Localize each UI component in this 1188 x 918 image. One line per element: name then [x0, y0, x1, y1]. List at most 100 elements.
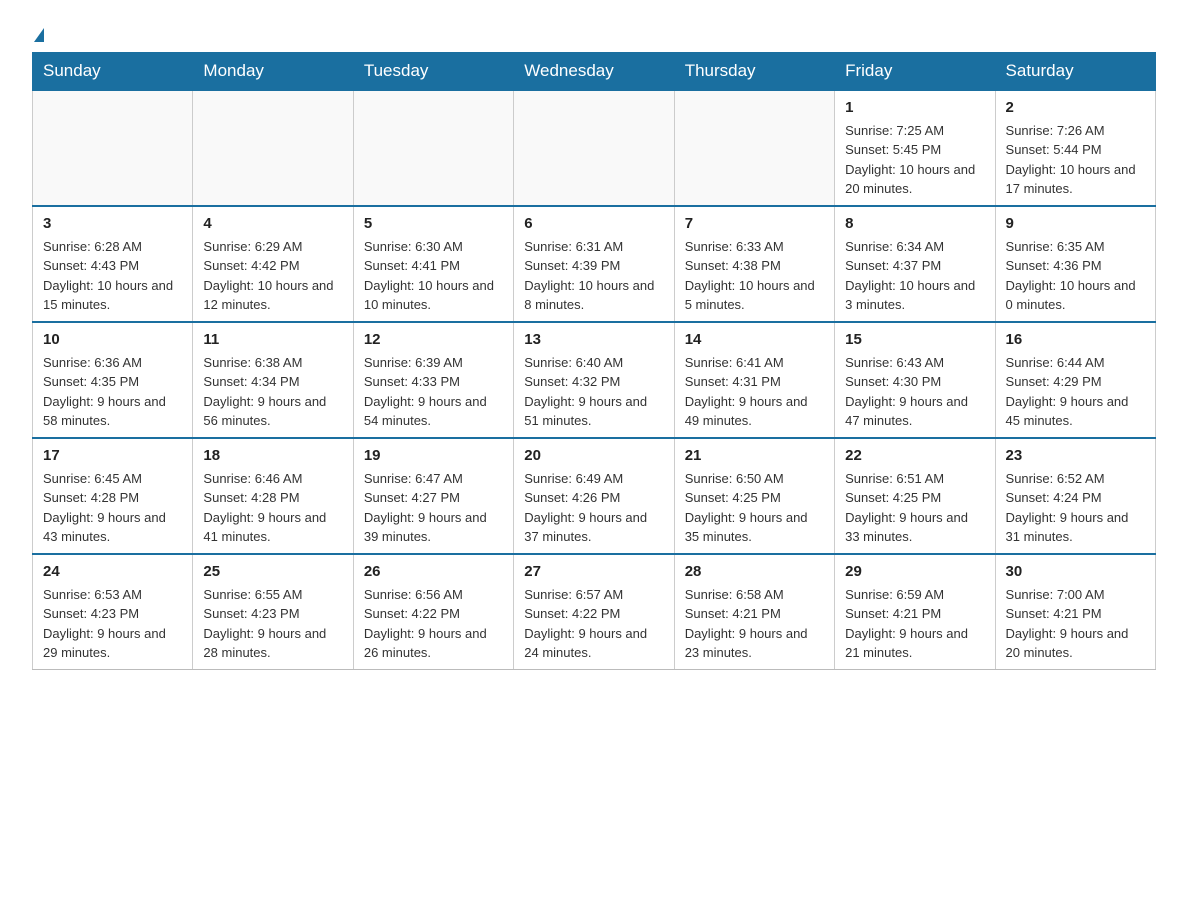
calendar-table: SundayMondayTuesdayWednesdayThursdayFrid… [32, 52, 1156, 670]
day-number: 14 [685, 329, 824, 351]
calendar-day-cell: 30 Sunrise: 7:00 AM Sunset: 4:21 PM Dayli… [995, 554, 1155, 670]
calendar-day-cell: 3 Sunrise: 6:28 AM Sunset: 4:43 PM Daylig… [33, 206, 193, 322]
day-info: Sunrise: 6:31 AM Sunset: 4:39 PM Dayligh… [524, 239, 654, 313]
calendar-day-cell: 5 Sunrise: 6:30 AM Sunset: 4:41 PM Daylig… [353, 206, 513, 322]
calendar-day-cell: 19 Sunrise: 6:47 AM Sunset: 4:27 PM Dayli… [353, 438, 513, 554]
logo-triangle-icon [34, 28, 44, 42]
day-number: 4 [203, 213, 342, 235]
day-info: Sunrise: 6:38 AM Sunset: 4:34 PM Dayligh… [203, 355, 326, 429]
weekday-header-row: SundayMondayTuesdayWednesdayThursdayFrid… [33, 53, 1156, 91]
calendar-day-cell: 2 Sunrise: 7:26 AM Sunset: 5:44 PM Daylig… [995, 90, 1155, 206]
day-info: Sunrise: 6:40 AM Sunset: 4:32 PM Dayligh… [524, 355, 647, 429]
calendar-day-cell: 18 Sunrise: 6:46 AM Sunset: 4:28 PM Dayli… [193, 438, 353, 554]
weekday-header-monday: Monday [193, 53, 353, 91]
day-info: Sunrise: 6:52 AM Sunset: 4:24 PM Dayligh… [1006, 471, 1129, 545]
day-number: 10 [43, 329, 182, 351]
weekday-header-sunday: Sunday [33, 53, 193, 91]
day-info: Sunrise: 6:39 AM Sunset: 4:33 PM Dayligh… [364, 355, 487, 429]
day-number: 19 [364, 445, 503, 467]
day-number: 23 [1006, 445, 1145, 467]
day-number: 18 [203, 445, 342, 467]
calendar-day-cell: 21 Sunrise: 6:50 AM Sunset: 4:25 PM Dayli… [674, 438, 834, 554]
day-info: Sunrise: 6:35 AM Sunset: 4:36 PM Dayligh… [1006, 239, 1136, 313]
calendar-day-cell: 26Sunrise: 6:56 AM Sunset: 4:22 PM Dayli… [353, 554, 513, 670]
day-number: 13 [524, 329, 663, 351]
day-info: Sunrise: 6:46 AM Sunset: 4:28 PM Dayligh… [203, 471, 326, 545]
day-info: Sunrise: 6:53 AM Sunset: 4:23 PM Dayligh… [43, 587, 166, 661]
calendar-day-cell [33, 90, 193, 206]
day-info: Sunrise: 7:26 AM Sunset: 5:44 PM Dayligh… [1006, 123, 1136, 197]
day-info: Sunrise: 6:41 AM Sunset: 4:31 PM Dayligh… [685, 355, 808, 429]
day-number: 5 [364, 213, 503, 235]
day-number: 8 [845, 213, 984, 235]
day-number: 3 [43, 213, 182, 235]
calendar-day-cell: 22Sunrise: 6:51 AM Sunset: 4:25 PM Dayli… [835, 438, 995, 554]
calendar-day-cell: 8Sunrise: 6:34 AM Sunset: 4:37 PM Daylig… [835, 206, 995, 322]
day-number: 1 [845, 97, 984, 119]
day-info: Sunrise: 6:55 AM Sunset: 4:23 PM Dayligh… [203, 587, 326, 661]
calendar-day-cell: 20 Sunrise: 6:49 AM Sunset: 4:26 PM Dayli… [514, 438, 674, 554]
day-info: Sunrise: 6:44 AM Sunset: 4:29 PM Dayligh… [1006, 355, 1129, 429]
calendar-week-row: 3 Sunrise: 6:28 AM Sunset: 4:43 PM Daylig… [33, 206, 1156, 322]
calendar-day-cell: 6 Sunrise: 6:31 AM Sunset: 4:39 PM Daylig… [514, 206, 674, 322]
calendar-day-cell: 23 Sunrise: 6:52 AM Sunset: 4:24 PM Dayli… [995, 438, 1155, 554]
day-number: 12 [364, 329, 503, 351]
weekday-header-wednesday: Wednesday [514, 53, 674, 91]
calendar-day-cell [193, 90, 353, 206]
day-number: 17 [43, 445, 182, 467]
day-info: Sunrise: 6:28 AM Sunset: 4:43 PM Dayligh… [43, 239, 173, 313]
calendar-week-row: 24Sunrise: 6:53 AM Sunset: 4:23 PM Dayli… [33, 554, 1156, 670]
weekday-header-friday: Friday [835, 53, 995, 91]
day-info: Sunrise: 6:49 AM Sunset: 4:26 PM Dayligh… [524, 471, 647, 545]
calendar-day-cell: 15 Sunrise: 6:43 AM Sunset: 4:30 PM Dayli… [835, 322, 995, 438]
calendar-day-cell: 7 Sunrise: 6:33 AM Sunset: 4:38 PM Daylig… [674, 206, 834, 322]
day-info: Sunrise: 6:33 AM Sunset: 4:38 PM Dayligh… [685, 239, 815, 313]
calendar-week-row: 1 Sunrise: 7:25 AM Sunset: 5:45 PM Daylig… [33, 90, 1156, 206]
calendar-day-cell: 4 Sunrise: 6:29 AM Sunset: 4:42 PM Daylig… [193, 206, 353, 322]
day-info: Sunrise: 6:30 AM Sunset: 4:41 PM Dayligh… [364, 239, 494, 313]
calendar-day-cell: 11 Sunrise: 6:38 AM Sunset: 4:34 PM Dayli… [193, 322, 353, 438]
calendar-day-cell: 24Sunrise: 6:53 AM Sunset: 4:23 PM Dayli… [33, 554, 193, 670]
day-info: Sunrise: 6:58 AM Sunset: 4:21 PM Dayligh… [685, 587, 808, 661]
day-info: Sunrise: 7:25 AM Sunset: 5:45 PM Dayligh… [845, 123, 975, 197]
day-info: Sunrise: 6:56 AM Sunset: 4:22 PM Dayligh… [364, 587, 487, 661]
calendar-day-cell: 27 Sunrise: 6:57 AM Sunset: 4:22 PM Dayli… [514, 554, 674, 670]
day-info: Sunrise: 6:45 AM Sunset: 4:28 PM Dayligh… [43, 471, 166, 545]
day-number: 25 [203, 561, 342, 583]
day-number: 2 [1006, 97, 1145, 119]
calendar-day-cell: 1 Sunrise: 7:25 AM Sunset: 5:45 PM Daylig… [835, 90, 995, 206]
day-info: Sunrise: 6:59 AM Sunset: 4:21 PM Dayligh… [845, 587, 968, 661]
day-number: 7 [685, 213, 824, 235]
calendar-day-cell: 13 Sunrise: 6:40 AM Sunset: 4:32 PM Dayli… [514, 322, 674, 438]
day-number: 6 [524, 213, 663, 235]
weekday-header-thursday: Thursday [674, 53, 834, 91]
day-info: Sunrise: 6:36 AM Sunset: 4:35 PM Dayligh… [43, 355, 166, 429]
calendar-day-cell: 25 Sunrise: 6:55 AM Sunset: 4:23 PM Dayli… [193, 554, 353, 670]
calendar-day-cell: 16Sunrise: 6:44 AM Sunset: 4:29 PM Dayli… [995, 322, 1155, 438]
day-info: Sunrise: 7:00 AM Sunset: 4:21 PM Dayligh… [1006, 587, 1129, 661]
day-number: 22 [845, 445, 984, 467]
day-number: 20 [524, 445, 663, 467]
day-info: Sunrise: 6:57 AM Sunset: 4:22 PM Dayligh… [524, 587, 647, 661]
calendar-day-cell: 29Sunrise: 6:59 AM Sunset: 4:21 PM Dayli… [835, 554, 995, 670]
day-info: Sunrise: 6:43 AM Sunset: 4:30 PM Dayligh… [845, 355, 968, 429]
day-number: 21 [685, 445, 824, 467]
calendar-week-row: 17 Sunrise: 6:45 AM Sunset: 4:28 PM Dayli… [33, 438, 1156, 554]
day-number: 15 [845, 329, 984, 351]
day-info: Sunrise: 6:50 AM Sunset: 4:25 PM Dayligh… [685, 471, 808, 545]
calendar-week-row: 10 Sunrise: 6:36 AM Sunset: 4:35 PM Dayli… [33, 322, 1156, 438]
day-number: 11 [203, 329, 342, 351]
page-header [32, 24, 1156, 42]
calendar-day-cell [674, 90, 834, 206]
calendar-day-cell: 10 Sunrise: 6:36 AM Sunset: 4:35 PM Dayli… [33, 322, 193, 438]
calendar-day-cell: 9Sunrise: 6:35 AM Sunset: 4:36 PM Daylig… [995, 206, 1155, 322]
calendar-day-cell: 14 Sunrise: 6:41 AM Sunset: 4:31 PM Dayli… [674, 322, 834, 438]
weekday-header-tuesday: Tuesday [353, 53, 513, 91]
day-number: 27 [524, 561, 663, 583]
day-info: Sunrise: 6:29 AM Sunset: 4:42 PM Dayligh… [203, 239, 333, 313]
day-info: Sunrise: 6:47 AM Sunset: 4:27 PM Dayligh… [364, 471, 487, 545]
day-number: 30 [1006, 561, 1145, 583]
day-number: 28 [685, 561, 824, 583]
calendar-day-cell: 17 Sunrise: 6:45 AM Sunset: 4:28 PM Dayli… [33, 438, 193, 554]
calendar-day-cell [514, 90, 674, 206]
